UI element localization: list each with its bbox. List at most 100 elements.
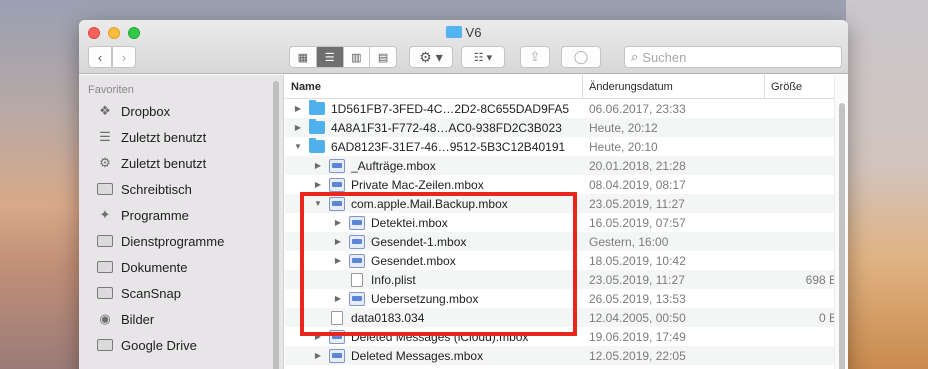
file-name: _Aufträge.mbox xyxy=(351,158,436,173)
desktop-background xyxy=(846,0,928,369)
camera-icon: ◉ xyxy=(99,311,111,326)
share-button[interactable]: ⇪ xyxy=(520,46,550,68)
sidebar-item-1[interactable]: ☰ Zuletzt benutzt xyxy=(79,124,283,150)
sidebar-item-label: Dropbox xyxy=(121,103,171,119)
file-date: 12.04.2005, 00:50 xyxy=(589,310,686,325)
file-size: 0 B xyxy=(818,310,837,325)
file-row[interactable]: ▶ Gesendet.mbox 18.05.2019, 10:42 xyxy=(285,251,848,270)
sidebar-item-8[interactable]: ◉ Bilder xyxy=(79,306,283,332)
action-menu-button[interactable]: ⚙ ▾ xyxy=(409,46,453,68)
folder-icon xyxy=(309,138,325,153)
sidebar-item-5[interactable]: Dienstprogramme xyxy=(79,228,283,254)
file-name: data0183.034 xyxy=(351,310,425,325)
sidebar-item-3[interactable]: Schreibtisch xyxy=(79,176,283,202)
file-row[interactable]: ▶ Deleted Messages (iCloud).mbox 19.06.201… xyxy=(285,327,848,346)
sidebar-scrollbar[interactable] xyxy=(273,81,279,369)
file-row[interactable]: ▶ _Aufträge.mbox 20.01.2018, 21:28 xyxy=(285,156,848,175)
document-icon xyxy=(351,272,363,287)
scrollbar-thumb[interactable] xyxy=(839,103,845,369)
file-date: Heute, 20:10 xyxy=(589,139,658,154)
file-row[interactable]: data0183.034 12.04.2005, 00:50 0 B xyxy=(285,308,848,327)
disclosure-open-icon[interactable]: ▼ xyxy=(293,142,303,151)
icon-view-button[interactable]: ▦ xyxy=(290,47,317,67)
applications-icon: ✦ xyxy=(99,207,111,222)
disclosure-closed-icon[interactable]: ▶ xyxy=(333,294,343,303)
gallery-view-button[interactable]: ▤ xyxy=(370,47,396,67)
disclosure-closed-icon[interactable]: ▶ xyxy=(313,161,323,170)
mailbox-icon xyxy=(329,196,345,211)
back-button[interactable]: ‹ xyxy=(88,46,112,68)
sidebar-item-2[interactable]: ⚙ Zuletzt benutzt xyxy=(79,150,283,176)
file-name: Info.plist xyxy=(371,272,416,287)
mailbox-icon xyxy=(329,348,345,363)
file-row[interactable]: ▼ com.apple.Mail.Backup.mbox 23.05.2019, 1… xyxy=(285,194,848,213)
sidebar-item-label: ScanSnap xyxy=(121,285,181,301)
file-name: Gesendet.mbox xyxy=(371,253,456,268)
file-row[interactable]: ▶ Detektei.mbox 16.05.2019, 07:57 xyxy=(285,213,848,232)
file-row[interactable]: ▶ 1D561FB7-3FED-4C…2D2-8C655DAD9FA5 06.06.… xyxy=(285,99,848,118)
search-icon: ⌕ xyxy=(631,49,639,64)
search-field[interactable]: ⌕ Suchen xyxy=(624,46,842,68)
file-row[interactable]: ▶ Gesendet-1.mbox Gestern, 16:00 xyxy=(285,232,848,251)
column-header-date[interactable]: Änderungsdatum xyxy=(582,75,764,99)
disclosure-closed-icon[interactable]: ▶ xyxy=(313,180,323,189)
mailbox-icon xyxy=(349,215,365,230)
finder-window: V6 ‹ › ▦ ☰ ▥ ▤ ⚙ ▾ ☷ ▾ ⇪ ◯ ⌕ Suchen Favo… xyxy=(79,20,848,369)
chevron-right-icon: › xyxy=(121,49,127,65)
sidebar-item-label: Zuletzt benutzt xyxy=(121,155,207,171)
file-name: Gesendet-1.mbox xyxy=(371,234,467,249)
disclosure-closed-icon[interactable]: ▶ xyxy=(293,104,303,113)
file-list-scrollbar[interactable] xyxy=(834,75,848,369)
column-header-name[interactable]: Name xyxy=(285,75,582,99)
list-view-button[interactable]: ☰ xyxy=(316,47,344,67)
file-date: Gestern, 16:00 xyxy=(589,234,669,249)
document-icon xyxy=(331,310,343,325)
file-name: Private Mac-Zeilen.mbox xyxy=(351,177,484,192)
file-row[interactable]: Info.plist 23.05.2019, 11:27 698 B xyxy=(285,270,848,289)
disclosure-closed-icon[interactable]: ▶ xyxy=(313,332,323,341)
disclosure-closed-icon[interactable]: ▶ xyxy=(313,351,323,360)
file-name: Deleted Messages (iCloud).mbox xyxy=(351,329,529,344)
arrange-menu-button[interactable]: ☷ ▾ xyxy=(461,46,505,68)
tags-button[interactable]: ◯ xyxy=(561,46,601,68)
column-view-button[interactable]: ▥ xyxy=(344,47,371,67)
file-row[interactable]: ▶ Private Mac-Zeilen.mbox 08.04.2019, 08:1… xyxy=(285,175,848,194)
file-date: 16.05.2019, 07:57 xyxy=(589,215,686,230)
sidebar-item-9[interactable]: Google Drive xyxy=(79,332,283,358)
sidebar-item-4[interactable]: ✦ Programme xyxy=(79,202,283,228)
file-name: Uebersetzung.mbox xyxy=(371,291,479,306)
file-row[interactable]: ▶ Uebersetzung.mbox 26.05.2019, 13:53 xyxy=(285,289,848,308)
arrange-icon: ☷ ▾ xyxy=(473,51,493,64)
file-date: Heute, 20:12 xyxy=(589,120,658,135)
sidebar: Favoriten ❖ Dropbox ☰ Zuletzt benutzt ⚙ Zulet… xyxy=(79,75,284,369)
file-date: 19.06.2019, 17:49 xyxy=(589,329,686,344)
file-row[interactable]: ▶ Deleted Messages.mbox 12.05.2019, 22:05 xyxy=(285,346,848,365)
sidebar-section-favorites: Favoriten xyxy=(88,84,134,96)
file-date: 12.05.2019, 22:05 xyxy=(589,348,686,363)
column-header-size[interactable]: Größe xyxy=(764,75,844,99)
sidebar-item-0[interactable]: ❖ Dropbox xyxy=(79,98,283,124)
mailbox-icon xyxy=(349,253,365,268)
disclosure-closed-icon[interactable]: ▶ xyxy=(293,123,303,132)
mailbox-icon xyxy=(329,158,345,173)
disclosure-closed-icon[interactable]: ▶ xyxy=(333,237,343,246)
sidebar-item-6[interactable]: Dokumente xyxy=(79,254,283,280)
disclosure-closed-icon[interactable]: ▶ xyxy=(333,218,343,227)
documents-icon xyxy=(97,260,113,274)
sidebar-item-label: Schreibtisch xyxy=(121,181,192,197)
sidebar-item-7[interactable]: ScanSnap xyxy=(79,280,283,306)
dropbox-icon: ❖ xyxy=(99,103,111,118)
mailbox-icon xyxy=(349,234,365,249)
file-row[interactable]: ▼ 6AD8123F-31E7-46…9512-5B3C12B40191 Heute… xyxy=(285,137,848,156)
folder-icon xyxy=(309,119,325,134)
forward-button[interactable]: › xyxy=(112,46,136,68)
disclosure-closed-icon[interactable]: ▶ xyxy=(333,256,343,265)
file-name: Deleted Messages.mbox xyxy=(351,348,484,363)
sidebar-item-label: Bilder xyxy=(121,311,155,327)
file-list-pane: Name Änderungsdatum Größe ▶ 1D561FB7-3FED… xyxy=(285,75,848,369)
disclosure-open-icon[interactable]: ▼ xyxy=(313,199,323,208)
file-row[interactable]: ▶ 4A8A1F31-F772-48…AC0-938FD2C3B023 Heute,… xyxy=(285,118,848,137)
recents-icon: ☰ xyxy=(99,129,111,144)
window-title-text: V6 xyxy=(465,25,482,40)
mailbox-icon xyxy=(329,329,345,344)
